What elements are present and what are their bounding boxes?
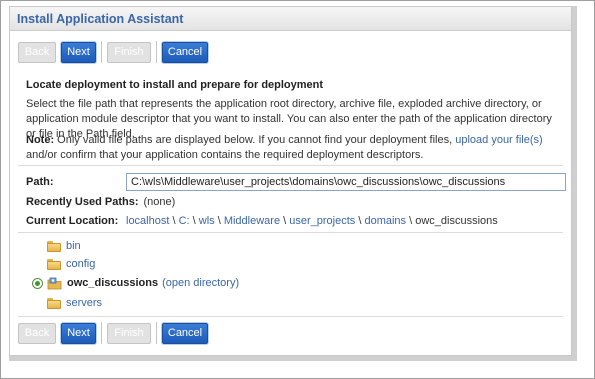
- folder-link[interactable]: servers: [66, 297, 102, 309]
- application-icon: [47, 277, 62, 290]
- folder-link[interactable]: config: [66, 258, 95, 270]
- tree-item-bin[interactable]: bin: [47, 238, 81, 254]
- next-button[interactable]: Next: [61, 41, 96, 63]
- folder-icon: [47, 297, 61, 309]
- folder-icon: [47, 240, 61, 252]
- select-radio[interactable]: [32, 277, 43, 289]
- breadcrumb-link[interactable]: Middleware: [224, 215, 280, 227]
- recent-paths-label: Recently Used Paths:: [26, 196, 139, 208]
- back-button[interactable]: Back: [18, 322, 56, 344]
- upload-files-link[interactable]: upload your file(s): [455, 134, 542, 146]
- breadcrumb-separator: \: [169, 215, 179, 227]
- divider: [18, 316, 563, 317]
- open-directory-link[interactable]: (open directory): [162, 277, 239, 289]
- tree-item-servers[interactable]: servers: [47, 295, 102, 311]
- path-label: Path:: [26, 176, 54, 188]
- page-title: Install Application Assistant: [17, 12, 184, 26]
- button-separator: [101, 322, 102, 344]
- finish-button[interactable]: Finish: [107, 322, 151, 344]
- divider: [18, 232, 563, 233]
- button-separator: [156, 322, 157, 344]
- note-text-start: Only valid file paths are displayed belo…: [54, 134, 456, 146]
- note-text-end: and/or confirm that your application con…: [26, 149, 424, 161]
- breadcrumb-separator: \: [406, 215, 416, 227]
- path-input[interactable]: [126, 173, 566, 191]
- breadcrumb-link[interactable]: user_projects: [289, 215, 355, 227]
- back-button[interactable]: Back: [18, 41, 56, 63]
- radio-selected-dot: [35, 280, 40, 286]
- current-location-label: Current Location:: [26, 215, 119, 227]
- page-background: Install Application Assistant Back Next …: [0, 0, 595, 379]
- button-separator: [156, 41, 157, 63]
- tree-item-label: owc_discussions: [67, 277, 159, 289]
- breadcrumb-separator: \: [280, 215, 290, 227]
- section-heading: Locate deployment to install and prepare…: [26, 79, 324, 91]
- recent-paths-value: (none): [143, 196, 176, 208]
- finish-button[interactable]: Finish: [107, 41, 151, 63]
- breadcrumb: localhost \ C: \ wls \ Middleware \ user…: [126, 215, 498, 227]
- breadcrumb-link[interactable]: C:: [179, 215, 190, 227]
- top-button-bar: Back Next Finish Cancel: [18, 40, 208, 64]
- breadcrumb-link[interactable]: domains: [364, 215, 406, 227]
- cancel-button[interactable]: Cancel: [162, 322, 208, 344]
- tree-item-config[interactable]: config: [47, 256, 95, 272]
- divider: [18, 165, 563, 166]
- assistant-panel: Install Application Assistant Back Next …: [9, 6, 577, 361]
- note-text: Note: Only valid file paths are displaye…: [26, 133, 561, 163]
- note-label: Note:: [26, 134, 55, 146]
- title-bar: Install Application Assistant: [10, 7, 571, 31]
- folder-link[interactable]: bin: [66, 240, 81, 252]
- breadcrumb-link[interactable]: wls: [199, 215, 215, 227]
- recent-paths-row: Recently Used Paths: (none): [26, 193, 561, 211]
- breadcrumb-link[interactable]: localhost: [126, 215, 169, 227]
- breadcrumb-separator: \: [189, 215, 199, 227]
- breadcrumb-current: owc_discussions: [415, 215, 498, 227]
- cancel-button[interactable]: Cancel: [162, 41, 208, 63]
- button-separator: [101, 41, 102, 63]
- folder-icon: [47, 258, 61, 270]
- bottom-button-bar: Back Next Finish Cancel: [18, 321, 208, 345]
- assistant-panel-frame: Install Application Assistant Back Next …: [9, 6, 572, 356]
- current-location-row: Current Location: localhost \ C: \ wls \…: [26, 212, 561, 230]
- next-button[interactable]: Next: [61, 322, 96, 344]
- breadcrumb-separator: \: [214, 215, 224, 227]
- tree-item-owc-discussions[interactable]: owc_discussions (open directory): [32, 275, 239, 291]
